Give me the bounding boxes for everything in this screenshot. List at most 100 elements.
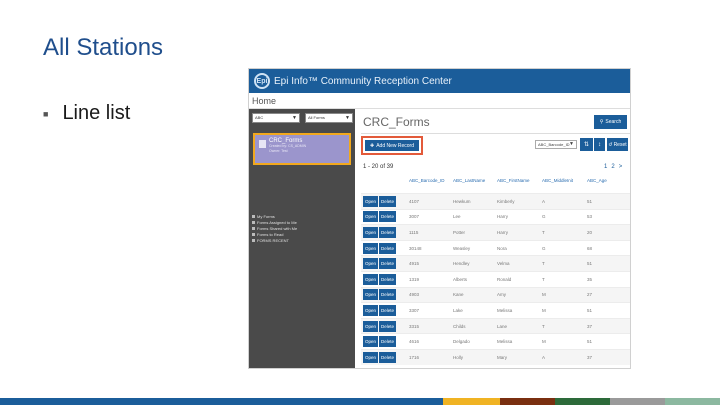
table-cell: 3007	[409, 214, 420, 220]
delete-button[interactable]: Delete	[379, 242, 397, 254]
open-button[interactable]: Open	[363, 242, 379, 254]
bullet-item: ■ Line list	[43, 102, 130, 125]
delete-button[interactable]: Delete	[379, 258, 397, 270]
open-button[interactable]: Open	[363, 258, 379, 270]
row-actions: Open Delete	[361, 211, 409, 223]
open-button[interactable]: Open	[363, 351, 379, 363]
table-cell: G	[542, 245, 546, 251]
open-button[interactable]: Open	[363, 336, 379, 348]
table-cell: 53	[587, 214, 593, 220]
app-title: Epi Info™ Community Reception Center	[274, 75, 452, 87]
page-1-link[interactable]: 1	[604, 164, 607, 170]
org-select-value: ABC	[255, 115, 264, 120]
sidebar-item-recent[interactable]: FORMS RECENT	[252, 237, 297, 243]
sidebar-item-assigned[interactable]: Forms Assigned to Me	[252, 219, 297, 225]
delete-button[interactable]: Delete	[379, 351, 397, 363]
sort-field-select[interactable]: ABC_Barcode_ID ▼	[535, 140, 577, 149]
delete-button[interactable]: Delete	[379, 320, 397, 332]
delete-button[interactable]: Delete	[379, 195, 397, 207]
reset-icon: ↺	[608, 141, 613, 148]
next-page-link[interactable]: >	[619, 164, 623, 170]
pagination: 1 2 >	[604, 164, 622, 170]
table-row: Open Delete 1716 Holly Mary A 37	[361, 348, 630, 365]
table-cell: M	[542, 307, 546, 313]
form-card[interactable]: CRC_Forms Created by: CS_ADMIN Owner: Te…	[253, 133, 351, 165]
breadcrumb[interactable]: Home	[249, 93, 630, 109]
bottom-color-bar	[0, 398, 720, 405]
column-header[interactable]: ABC_MiddleInit	[542, 178, 587, 192]
open-button[interactable]: Open	[363, 320, 379, 332]
row-actions: Open Delete	[361, 351, 409, 363]
sidebar-item-shared[interactable]: Forms Shared with Me	[252, 225, 297, 231]
table-cell: 27	[587, 292, 593, 298]
table-cell: T	[542, 229, 545, 235]
open-button[interactable]: Open	[363, 226, 379, 238]
open-button[interactable]: Open	[363, 273, 379, 285]
table-cell: 4915	[409, 261, 420, 267]
delete-button[interactable]: Delete	[379, 226, 397, 238]
table-cell: Harry	[497, 214, 508, 220]
column-header[interactable]: ABC_LastName	[453, 178, 497, 192]
column-header[interactable]: ABC_Age	[587, 178, 630, 192]
delete-button[interactable]: Delete	[379, 304, 397, 316]
delete-button[interactable]: Delete	[379, 273, 397, 285]
table-row: Open Delete 4616 Delgado Melissa M 51	[361, 333, 630, 349]
add-button-label: Add New Record	[376, 142, 414, 149]
table-cell: Amy	[497, 292, 506, 298]
table-row: Open Delete 4903 Kane Amy M 27	[361, 286, 630, 303]
app-header: Epi Epi Info™ Community Reception Center	[249, 69, 630, 93]
add-record-highlight: ✚ Add New Record	[361, 136, 423, 155]
table-cell: 37	[587, 354, 593, 360]
row-actions: Open Delete	[361, 273, 409, 285]
row-actions: Open Delete	[361, 289, 409, 301]
table-cell: G	[542, 214, 546, 220]
table-row: Open Delete 3315 Childs Lane T 37	[361, 317, 630, 334]
color-segment	[610, 398, 665, 405]
sidebar: ABC ▼ All Forms ▼ CRC_Forms Created by: …	[249, 109, 355, 368]
table-cell: A	[542, 354, 546, 360]
table-cell: Potter	[453, 229, 466, 235]
delete-button[interactable]: Delete	[379, 289, 397, 301]
sidebar-nav: My Forms Forms Assigned to Me Forms Shar…	[252, 213, 297, 243]
table-cell: Kimberly	[497, 198, 515, 204]
color-segment	[0, 398, 443, 405]
table-cell: Lane	[497, 323, 508, 329]
sort-descending-button[interactable]: ↕	[594, 138, 605, 151]
open-button[interactable]: Open	[363, 211, 379, 223]
table-cell: 3315	[409, 323, 420, 329]
reset-button[interactable]: ↺ Reset	[607, 138, 628, 151]
table-cell: 30148	[409, 245, 422, 251]
org-select[interactable]: ABC ▼	[252, 113, 300, 123]
delete-button[interactable]: Delete	[379, 211, 397, 223]
page-title: CRC_Forms	[363, 115, 430, 129]
search-button-label: Search	[605, 119, 622, 125]
app-screenshot: Epi Epi Info™ Community Reception Center…	[248, 68, 631, 369]
forms-select[interactable]: All Forms ▼	[305, 113, 353, 123]
sidebar-item-label: Forms Assigned to Me	[257, 219, 297, 225]
form-card-owner: Owner: Test	[269, 149, 288, 153]
sort-ascending-button[interactable]: ⇅	[580, 138, 593, 151]
column-header[interactable]: ABC_FirstName	[497, 178, 542, 192]
form-icon	[259, 140, 266, 148]
table-row: Open Delete 1319 Alberts Ronald T 35	[361, 270, 630, 287]
chevron-down-icon: ▼	[569, 141, 574, 147]
search-icon: ⚲	[599, 119, 604, 125]
folder-icon	[252, 226, 255, 230]
search-button[interactable]: ⚲ Search	[594, 115, 627, 129]
table-cell: 20	[587, 229, 593, 235]
column-header[interactable]: ABC_Barcode_ID	[409, 178, 453, 192]
add-new-record-button[interactable]: ✚ Add New Record	[365, 140, 419, 151]
row-actions: Open Delete	[361, 242, 409, 254]
color-segment	[665, 398, 720, 405]
table-cell: 4107	[409, 198, 420, 204]
chevron-down-icon: ▼	[292, 115, 297, 121]
open-button[interactable]: Open	[363, 289, 379, 301]
page-2-link[interactable]: 2	[611, 164, 614, 170]
bullet-marker: ■	[43, 108, 49, 119]
table-row: Open Delete 1115 Potter Harry T 20	[361, 224, 630, 240]
open-button[interactable]: Open	[363, 195, 379, 207]
record-grid: Open Delete 4107 Hewkum Kimberly A 51 Open Delet…	[361, 193, 630, 365]
delete-button[interactable]: Delete	[379, 336, 397, 348]
color-segment	[555, 398, 610, 405]
open-button[interactable]: Open	[363, 304, 379, 316]
